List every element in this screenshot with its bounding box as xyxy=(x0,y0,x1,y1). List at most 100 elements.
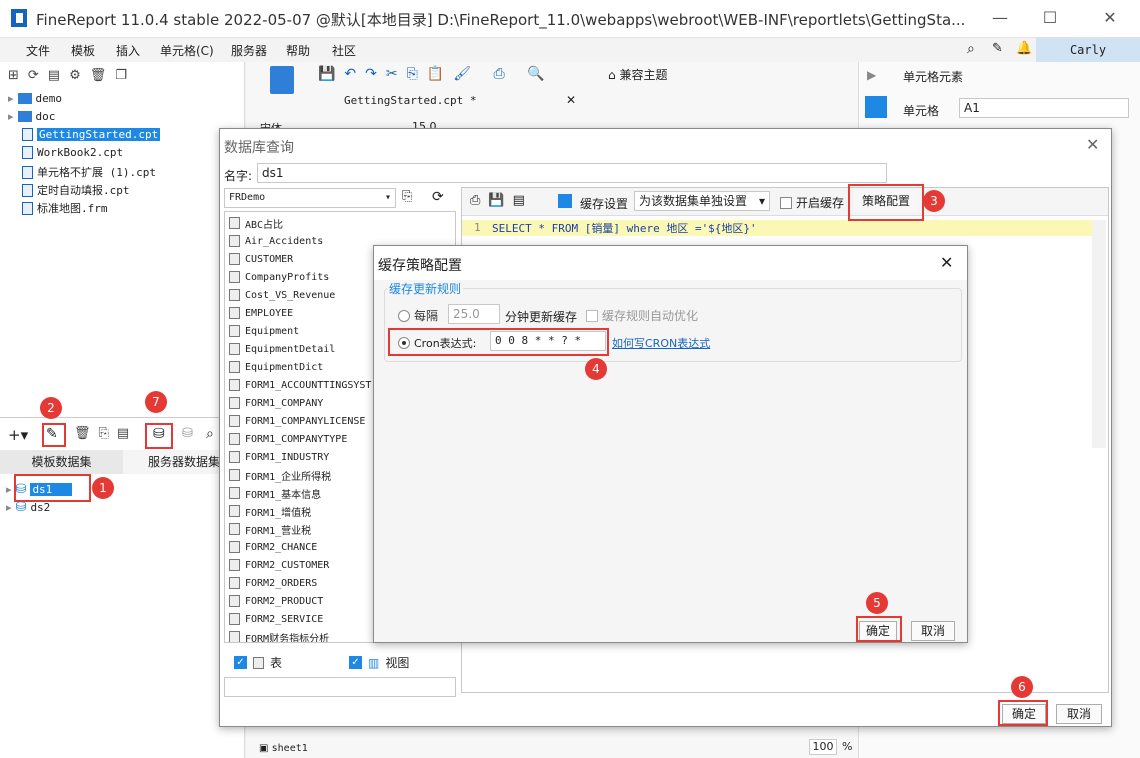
edit-toolbar-icons[interactable]: 💾↶↷✂⎘📋🖌 ⎙ 🔍 xyxy=(318,66,554,82)
minimize-button[interactable]: — xyxy=(985,4,1015,32)
sheet-tab[interactable]: ▣ sheet1 xyxy=(259,743,308,754)
table-icon xyxy=(229,253,240,265)
table-icon xyxy=(253,656,264,669)
refresh-icon[interactable]: ⟳ xyxy=(432,189,444,205)
db-icon[interactable]: ⛁ xyxy=(182,426,193,441)
dataset-toolbar-icons[interactable]: 🗑⎘▤ xyxy=(74,426,137,441)
maximize-button[interactable]: ☐ xyxy=(1035,4,1065,32)
table-icon xyxy=(229,343,240,355)
table-list-item[interactable]: FORM1_COMPANYTYPE xyxy=(229,430,347,448)
sql-scrollbar[interactable] xyxy=(1092,220,1106,448)
menu-template[interactable]: 模板 xyxy=(71,42,95,59)
tree-item[interactable]: ▸ doc xyxy=(8,110,55,123)
interval-input[interactable]: 25.0 xyxy=(448,304,500,324)
search-icon[interactable]: ⌕ xyxy=(206,426,214,442)
tree-item[interactable]: ▸ demo xyxy=(8,92,62,105)
file-icon xyxy=(22,201,33,215)
folder-icon xyxy=(17,93,32,104)
table-list-item[interactable]: Cost_VS_Revenue xyxy=(229,286,335,304)
db-cancel-button[interactable]: 取消 xyxy=(1056,704,1102,724)
sql-toolbar-icons[interactable]: ⎙💾▤ xyxy=(470,193,533,208)
table-list-item[interactable]: Equipment xyxy=(229,322,299,340)
table-list-item[interactable]: FORM财务指标分析 xyxy=(229,628,329,642)
close-tab-icon[interactable]: ✕ xyxy=(566,93,576,107)
auto-optimize-checkbox[interactable]: 缓存规则自动优化 xyxy=(586,307,698,324)
user-name[interactable]: Carly xyxy=(1036,38,1140,62)
tree-item[interactable]: 标准地图.frm xyxy=(22,200,108,216)
tab-gettingstarted[interactable]: GettingStarted.cpt * xyxy=(344,94,476,107)
tree-item[interactable]: GettingStarted.cpt xyxy=(22,128,161,141)
menu-insert[interactable]: 插入 xyxy=(116,42,140,59)
add-dataset-icon[interactable]: +▾ xyxy=(8,426,28,444)
menu-file[interactable]: 文件 xyxy=(26,42,50,59)
cell-input[interactable]: A1 xyxy=(959,98,1129,118)
edit-connection-icon[interactable]: ⎘ xyxy=(402,189,412,204)
table-list-item[interactable]: FORM1_COMPANYLICENSE xyxy=(229,412,365,430)
table-list-item[interactable]: ABC占比 xyxy=(229,214,283,232)
edit-doc-icon[interactable]: ✎ xyxy=(992,41,1003,56)
table-icon xyxy=(229,577,240,589)
table-checkbox[interactable]: ✓ 表 xyxy=(234,654,282,671)
table-list-item[interactable]: FORM1_增值税 xyxy=(229,502,311,520)
table-list-item[interactable]: CompanyProfits xyxy=(229,268,329,286)
table-list-item[interactable]: FORM2_CHANCE xyxy=(229,538,317,556)
table-icon xyxy=(229,505,240,517)
table-list-item[interactable]: FORM2_ORDERS xyxy=(229,574,317,592)
search-icon[interactable]: ⌕ xyxy=(967,41,975,57)
table-list-item[interactable]: Air_Accidents xyxy=(229,232,323,250)
bell-icon[interactable]: 🔔 xyxy=(1016,41,1032,56)
collapse-icon[interactable]: ▶ xyxy=(867,68,876,82)
menu-help[interactable]: 帮助 xyxy=(286,42,310,59)
dataset-item[interactable]: ▸ ⛁ ds2 xyxy=(6,500,50,515)
table-list-item[interactable]: EquipmentDict xyxy=(229,358,323,376)
menu-server[interactable]: 服务器 xyxy=(231,42,267,59)
left-pane: ⊞⟳▤⚙🗑❐ ▸ demo ▸ doc GettingStarted.cpt Wor… xyxy=(0,62,245,758)
table-list-item[interactable]: FORM2_PRODUCT xyxy=(229,592,323,610)
table-list-item[interactable]: FORM1_COMPANY xyxy=(229,394,323,412)
every-radio[interactable]: 每隔 xyxy=(398,307,438,324)
tree-toolbar-icons[interactable]: ⊞⟳▤⚙🗑❐ xyxy=(8,68,136,83)
table-list-item[interactable]: CUSTOMER xyxy=(229,250,293,268)
close-window-button[interactable]: ✕ xyxy=(1095,4,1125,32)
highlight-box xyxy=(145,423,173,449)
tree-item[interactable]: 定时自动填报.cpt xyxy=(22,182,130,198)
table-list-item[interactable]: FORM2_SERVICE xyxy=(229,610,323,628)
close-cache-dialog-icon[interactable]: ✕ xyxy=(940,253,953,272)
compat-theme-button[interactable]: ⌂ 兼容主题 xyxy=(608,66,667,83)
close-dialog-icon[interactable]: ✕ xyxy=(1086,135,1099,154)
table-list-item[interactable]: EMPLOYEE xyxy=(229,304,293,322)
table-icon xyxy=(229,325,240,337)
table-list-item[interactable]: FORM1_INDUSTRY xyxy=(229,448,329,466)
cron-help-link[interactable]: 如何写CRON表达式 xyxy=(612,335,710,351)
filter-input[interactable] xyxy=(224,677,456,697)
table-list-item[interactable]: FORM1_企业所得税 xyxy=(229,466,331,484)
table-icon xyxy=(229,397,240,409)
cache-mode-select[interactable]: 为该数据集单独设置 ▾ xyxy=(634,191,770,211)
connection-select[interactable]: FRDemo ▾ xyxy=(224,188,396,208)
highlight-box xyxy=(856,616,902,642)
table-list-item[interactable]: FORM1_ACCOUNTTINGSYST xyxy=(229,376,371,394)
table-list-item[interactable]: FORM1_基本信息 xyxy=(229,484,321,502)
checkbox-checked-icon: ✓ xyxy=(349,656,362,669)
menu-cell[interactable]: 单元格(C) xyxy=(160,42,214,59)
cache-cancel-button[interactable]: 取消 xyxy=(911,621,955,641)
checkbox-icon xyxy=(586,309,598,322)
tab-template-dataset[interactable]: 模板数据集 xyxy=(0,450,123,474)
zoom-input[interactable]: 100 xyxy=(809,739,837,755)
cell-element-icon[interactable] xyxy=(865,96,887,118)
enable-cache-checkbox[interactable]: 开启缓存 xyxy=(780,194,844,211)
view-checkbox[interactable]: ✓ ▥ 视图 xyxy=(349,654,409,671)
tree-item[interactable]: 单元格不扩展 (1).cpt xyxy=(22,164,156,180)
step-badge: 4 xyxy=(585,358,607,380)
sql-editor[interactable]: SELECT * FROM [销量] where 地区 ='${地区}' xyxy=(492,220,757,236)
table-list-item[interactable]: FORM1_营业税 xyxy=(229,520,311,538)
menu-community[interactable]: 社区 xyxy=(332,42,356,59)
template-icon[interactable] xyxy=(270,66,294,94)
table-list-item[interactable]: FORM2_CUSTOMER xyxy=(229,556,329,574)
interval-suffix: 分钟更新缓存 xyxy=(505,310,578,324)
tree-item[interactable]: WorkBook2.cpt xyxy=(22,146,123,159)
cache-strategy-dialog: 缓存策略配置 ✕ 缓存更新规则 每隔 25.0 分钟更新缓存 缓存规则自动优化 … xyxy=(373,245,968,643)
name-input[interactable]: ds1 xyxy=(257,163,887,183)
group-title: 缓存更新规则 xyxy=(387,280,464,297)
table-list-item[interactable]: EquipmentDetail xyxy=(229,340,335,358)
